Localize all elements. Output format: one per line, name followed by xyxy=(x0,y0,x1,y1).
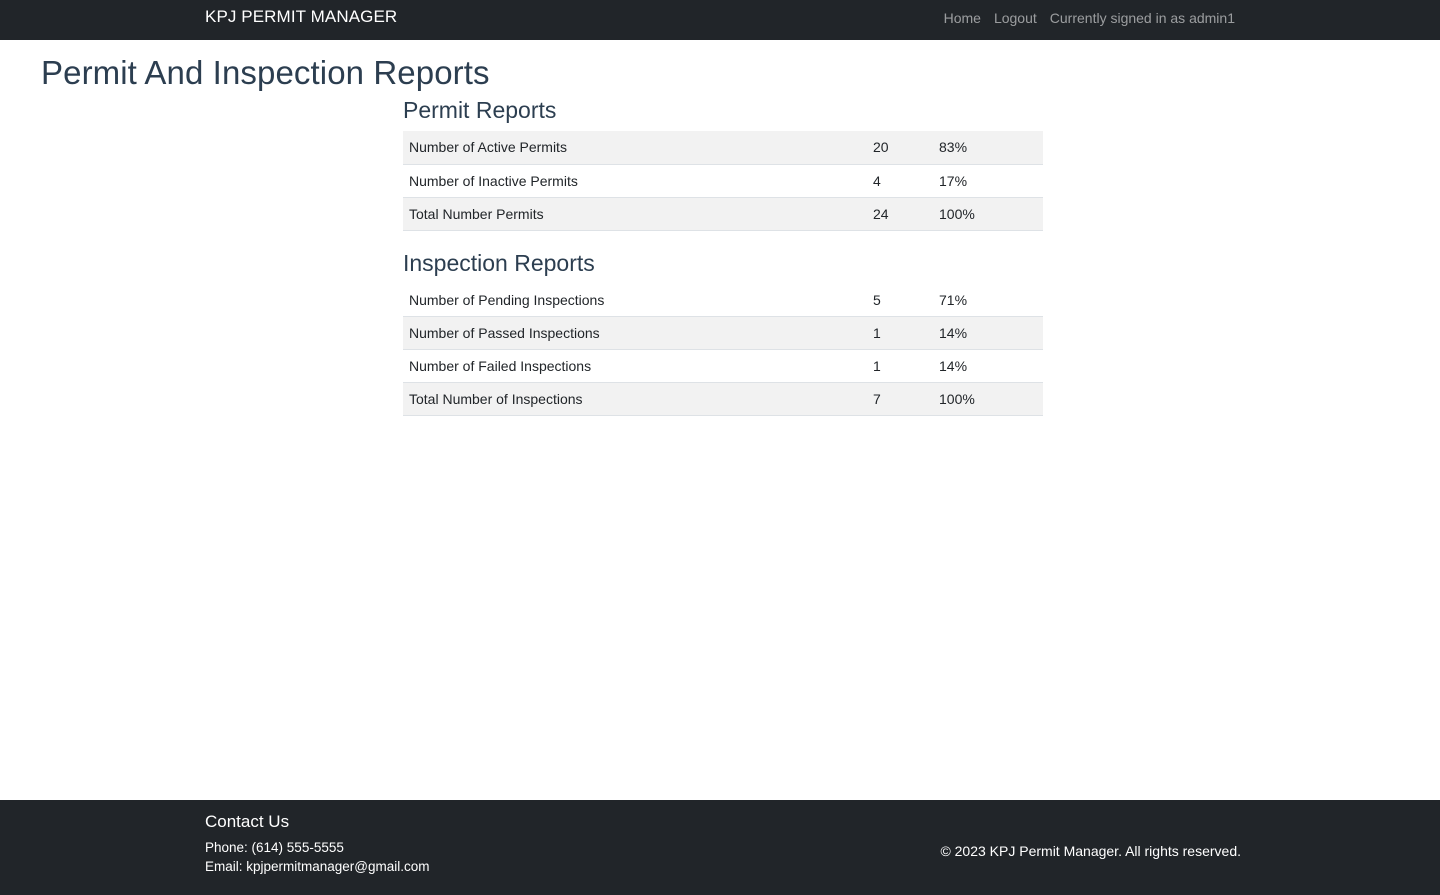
row-percent: 71% xyxy=(933,283,1043,317)
row-label: Number of Pending Inspections xyxy=(403,283,867,317)
row-count: 1 xyxy=(867,316,933,350)
table-row: Number of Pending Inspections 5 71% xyxy=(403,283,1043,317)
footer-email: Email: kpjpermitmanager@gmail.com xyxy=(205,859,430,874)
page-footer: Contact Us Phone: (614) 555-5555 Email: … xyxy=(0,800,1440,895)
inspection-reports-title: Inspection Reports xyxy=(403,249,595,276)
permit-reports-table: Number of Active Permits 20 83% Number o… xyxy=(403,131,1043,231)
row-count: 24 xyxy=(867,197,933,231)
row-percent: 14% xyxy=(933,349,1043,383)
row-percent: 14% xyxy=(933,316,1043,350)
row-label: Number of Inactive Permits xyxy=(403,164,867,198)
table-row: Number of Passed Inspections 1 14% xyxy=(403,316,1043,350)
inspection-reports-table: Number of Pending Inspections 5 71% Numb… xyxy=(403,283,1043,416)
row-label: Number of Failed Inspections xyxy=(403,349,867,383)
row-count: 5 xyxy=(867,283,933,317)
row-label: Number of Active Permits xyxy=(403,131,867,165)
row-percent: 100% xyxy=(933,197,1043,231)
table-row: Total Number Permits 24 100% xyxy=(403,197,1043,231)
nav-home-link[interactable]: Home xyxy=(944,10,981,26)
footer-phone: Phone: (614) 555-5555 xyxy=(205,840,344,855)
page-title: Permit And Inspection Reports xyxy=(41,54,490,91)
row-percent: 83% xyxy=(933,131,1043,165)
row-count: 4 xyxy=(867,164,933,198)
row-count: 1 xyxy=(867,349,933,383)
nav-links: Home Logout Currently signed in as admin… xyxy=(944,10,1235,26)
row-count: 20 xyxy=(867,131,933,165)
signed-in-status: Currently signed in as admin1 xyxy=(1049,10,1235,26)
table-row: Total Number of Inspections 7 100% xyxy=(403,382,1043,416)
reports-content: Permit Reports Number of Active Permits … xyxy=(403,96,1043,416)
brand-link[interactable]: KPJ PERMIT MANAGER xyxy=(205,7,397,27)
row-label: Total Number of Inspections xyxy=(403,382,867,416)
table-row: Number of Active Permits 20 83% xyxy=(403,131,1043,165)
row-percent: 100% xyxy=(933,382,1043,416)
nav-logout-link[interactable]: Logout xyxy=(994,10,1037,26)
permit-reports-title: Permit Reports xyxy=(403,97,557,123)
top-navbar: KPJ PERMIT MANAGER Home Logout Currently… xyxy=(0,0,1440,40)
row-percent: 17% xyxy=(933,164,1043,198)
footer-copyright: © 2023 KPJ Permit Manager. All rights re… xyxy=(940,843,1241,859)
footer-contact-heading: Contact Us xyxy=(205,812,290,831)
table-row: Number of Failed Inspections 1 14% xyxy=(403,349,1043,383)
page: KPJ PERMIT MANAGER Home Logout Currently… xyxy=(0,0,1440,895)
row-label: Number of Passed Inspections xyxy=(403,316,867,350)
row-count: 7 xyxy=(867,382,933,416)
table-row: Number of Inactive Permits 4 17% xyxy=(403,164,1043,198)
row-label: Total Number Permits xyxy=(403,197,867,231)
